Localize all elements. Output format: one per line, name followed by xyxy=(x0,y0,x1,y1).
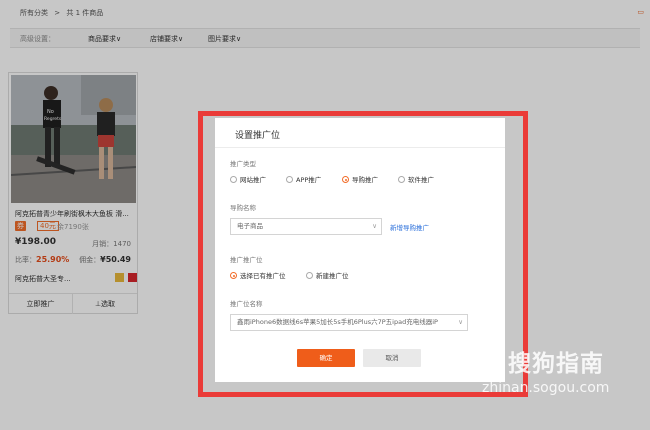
watermark: S 搜狗指南 zhinan.sogou.com xyxy=(470,338,640,408)
page: 所有分类 > 共 1 件商品 ▭ 高级设置： 商品要求∨ 店铺要求∨ 图片要求∨ xyxy=(0,0,650,430)
watermark-name: 搜狗指南 xyxy=(508,351,604,377)
watermark-url: zhinan.sogou.com xyxy=(482,380,610,396)
sogou-logo-icon: S xyxy=(470,344,500,374)
